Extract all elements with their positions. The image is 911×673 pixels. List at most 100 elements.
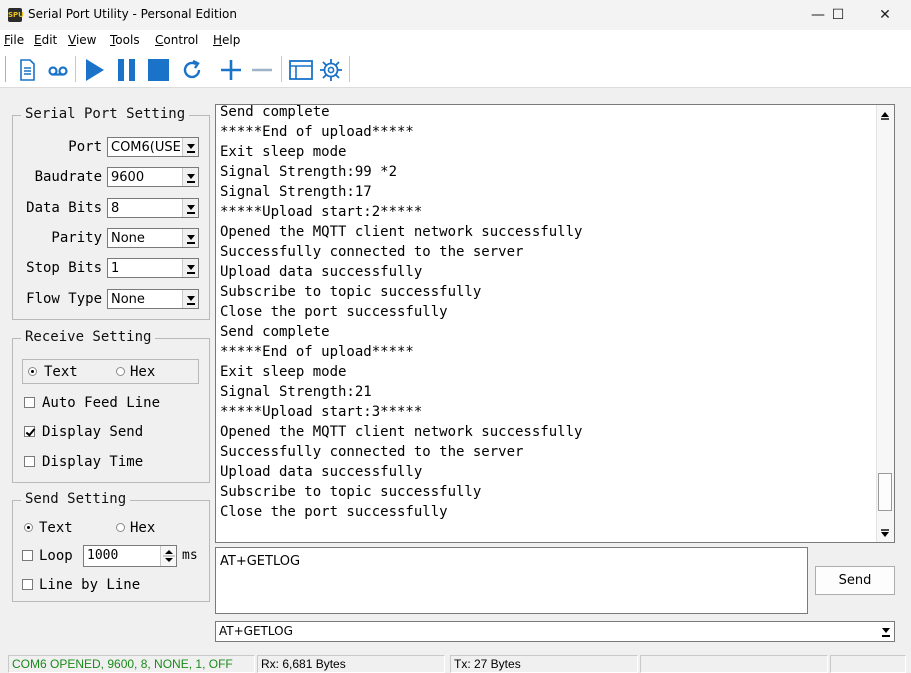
log-line: Upload data successfully <box>220 264 423 280</box>
play-icon[interactable] <box>82 57 108 83</box>
loop-checkbox[interactable] <box>22 550 33 561</box>
menu-view[interactable]: View <box>68 33 96 47</box>
send-text-label: Text <box>39 520 73 536</box>
document-icon[interactable] <box>14 57 40 83</box>
chevron-down-icon[interactable] <box>182 138 198 156</box>
port-select[interactable]: COM6(USE <box>107 137 199 157</box>
log-line: Successfully connected to the server <box>220 444 524 460</box>
refresh-icon[interactable] <box>179 57 205 83</box>
log-line: Opened the MQTT client network successfu… <box>220 424 583 440</box>
chevron-down-icon[interactable] <box>182 199 198 217</box>
receive-log-text: Send complete *****End of upload***** Exit… <box>220 104 583 522</box>
auto-feed-line-checkbox[interactable] <box>24 397 35 408</box>
stop-bits-label: Stop Bits <box>26 260 102 276</box>
chevron-down-icon[interactable] <box>182 290 198 308</box>
app-icon: SPU <box>8 8 24 22</box>
plus-icon[interactable] <box>218 57 244 83</box>
parity-label: Parity <box>51 230 102 246</box>
log-line: Successfully connected to the server <box>220 244 524 260</box>
line-by-line-label: Line by Line <box>39 577 141 593</box>
display-time-checkbox[interactable] <box>24 456 35 467</box>
loop-label: Loop <box>39 548 73 564</box>
toolbar-separator <box>349 56 351 82</box>
chevron-down-icon[interactable] <box>182 229 198 247</box>
window-icon[interactable] <box>288 57 314 83</box>
menu-help[interactable]: Help <box>213 33 240 47</box>
baudrate-select[interactable]: 9600 <box>107 167 199 187</box>
pause-icon[interactable] <box>114 57 140 83</box>
log-line: *****End of upload***** <box>220 344 414 360</box>
toolbar-grip <box>5 56 8 82</box>
menu-bar: File Edit View Tools Control Help <box>0 30 911 50</box>
toolbar <box>0 50 911 88</box>
display-time-label: Display Time <box>42 454 144 470</box>
log-line: Send complete <box>220 104 330 120</box>
send-text-value: AT+GETLOG <box>220 554 301 569</box>
send-button[interactable]: Send <box>815 566 895 595</box>
loop-interval-value: 1000 <box>87 548 119 563</box>
log-line: Signal Strength:21 <box>220 384 372 400</box>
receive-text-radio[interactable] <box>28 367 37 376</box>
log-line: Close the port successfully <box>220 504 448 520</box>
send-history-select[interactable]: AT+GETLOG <box>215 621 895 642</box>
log-line: Exit sleep mode <box>220 364 347 380</box>
scroll-down-icon[interactable] <box>880 527 890 539</box>
chevron-down-icon[interactable] <box>878 622 894 641</box>
parity-select[interactable]: None <box>107 228 199 248</box>
log-line: Opened the MQTT client network successfu… <box>220 224 583 240</box>
auto-feed-line-label: Auto Feed Line <box>42 395 161 411</box>
receive-hex-label: Hex <box>130 364 156 380</box>
log-line: Subscribe to topic successfully <box>220 484 482 500</box>
data-bits-label: Data Bits <box>26 200 102 216</box>
log-line: *****End of upload***** <box>220 124 414 140</box>
menu-control[interactable]: Control <box>155 33 198 47</box>
scrollbar-thumb[interactable] <box>878 473 892 511</box>
serial-port-setting-title: Serial Port Setting <box>21 106 190 122</box>
port-label: Port <box>68 139 102 155</box>
line-by-line-checkbox[interactable] <box>22 579 33 590</box>
scroll-up-icon[interactable] <box>880 109 890 121</box>
menu-file[interactable]: File <box>4 33 24 47</box>
maximize-button[interactable]: ☐ <box>815 0 861 30</box>
display-send-checkbox[interactable] <box>24 426 35 437</box>
log-line: *****Upload start:3***** <box>220 404 423 420</box>
chevron-down-icon[interactable] <box>182 259 198 277</box>
receive-hex-radio[interactable] <box>116 367 125 376</box>
toolbar-separator <box>75 56 77 82</box>
baudrate-label: Baudrate <box>34 169 102 185</box>
toolbar-separator <box>281 56 283 82</box>
record-icon[interactable] <box>45 57 71 83</box>
loop-unit-label: ms <box>182 548 198 563</box>
minus-icon[interactable] <box>249 57 275 83</box>
receive-text-label: Text <box>44 364 78 380</box>
log-line: Subscribe to topic successfully <box>220 284 482 300</box>
status-tx: Tx: 27 Bytes <box>450 655 638 673</box>
send-text-input[interactable]: AT+GETLOG <box>215 547 808 614</box>
status-rx: Rx: 6,681 Bytes <box>257 655 445 673</box>
menu-edit[interactable]: Edit <box>34 33 57 47</box>
flow-type-select[interactable]: None <box>107 289 199 309</box>
status-connection: COM6 OPENED, 9600, 8, NONE, 1, OFF <box>8 655 255 673</box>
menu-tools[interactable]: Tools <box>110 33 140 47</box>
log-line: Exit sleep mode <box>220 144 347 160</box>
receive-log-scrollbar[interactable] <box>876 105 894 542</box>
title-bar: SPU Serial Port Utility - Personal Editi… <box>0 0 911 30</box>
send-setting-title: Send Setting <box>21 491 131 507</box>
send-text-radio[interactable] <box>24 523 33 532</box>
data-bits-select[interactable]: 8 <box>107 198 199 218</box>
log-line: Signal Strength:99 *2 <box>220 164 398 180</box>
gear-icon[interactable] <box>318 57 344 83</box>
status-bar: COM6 OPENED, 9600, 8, NONE, 1, OFF Rx: 6… <box>0 653 911 673</box>
stop-bits-select[interactable]: 1 <box>107 258 199 278</box>
chevron-down-icon[interactable] <box>182 168 198 186</box>
spin-arrows-icon[interactable] <box>160 546 176 566</box>
send-hex-label: Hex <box>130 520 156 536</box>
flow-type-label: Flow Type <box>26 291 102 307</box>
loop-interval-spinbox[interactable]: 1000 <box>83 545 177 567</box>
display-send-label: Display Send <box>42 424 144 440</box>
log-line: Upload data successfully <box>220 464 423 480</box>
send-hex-radio[interactable] <box>116 523 125 532</box>
stop-icon[interactable] <box>146 57 172 83</box>
close-button[interactable]: ✕ <box>862 0 908 30</box>
receive-log[interactable]: Send complete *****End of upload***** Exit… <box>215 104 895 543</box>
